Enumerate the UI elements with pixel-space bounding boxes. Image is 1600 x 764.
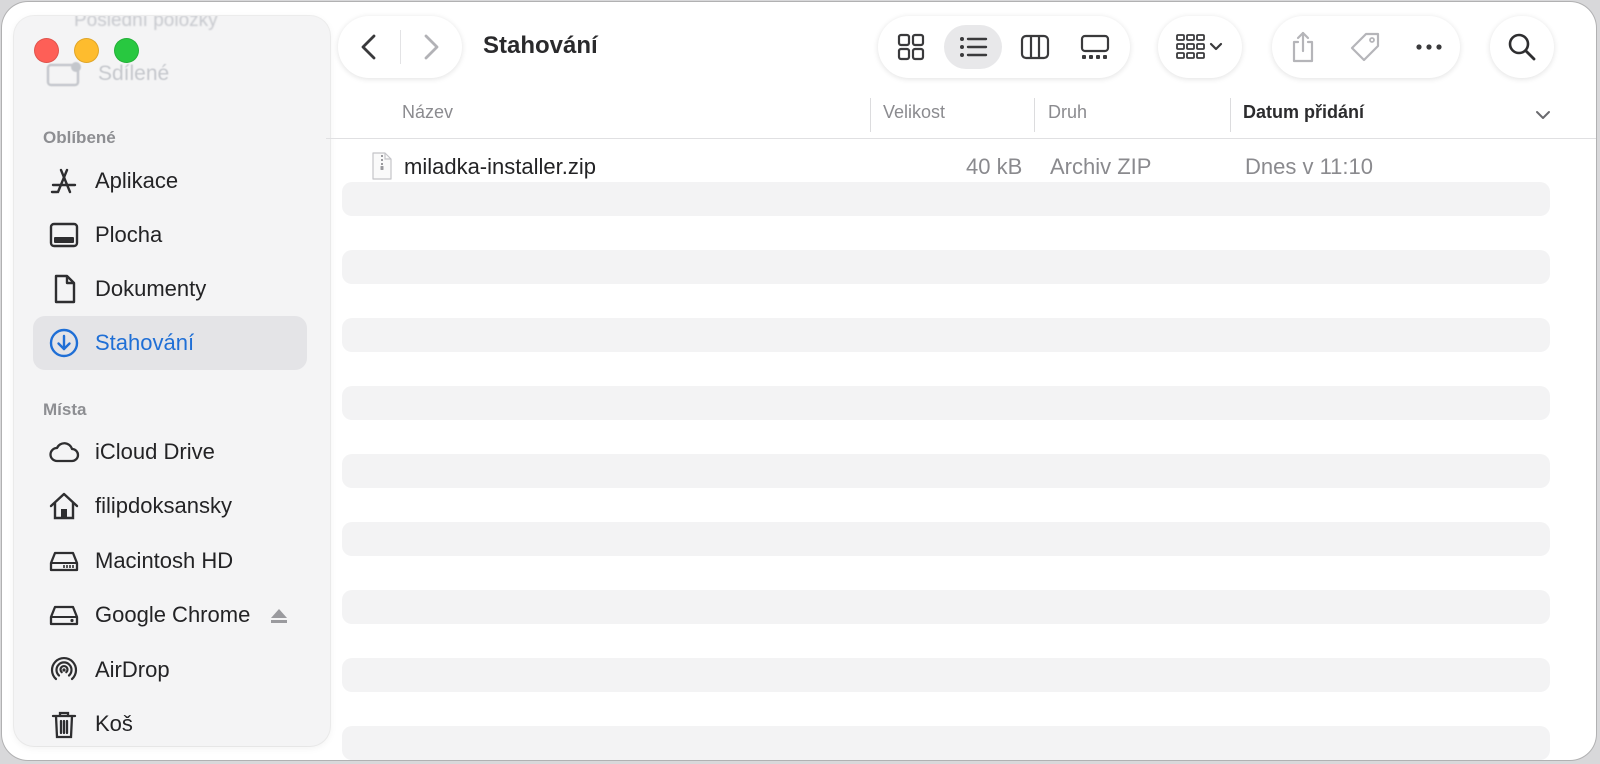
column-header-size[interactable]: Velikost [883,102,945,128]
chevron-right-icon [424,34,439,60]
view-mode-switcher [878,16,1130,78]
forward-button[interactable] [414,31,446,63]
back-button[interactable] [354,31,386,63]
empty-row [342,454,1550,488]
section-title-locations: Místa [43,400,87,419]
actions-group [1272,16,1460,78]
group-grid-icon [1176,34,1223,59]
more-button[interactable] [1412,30,1446,64]
tag-icon [1350,32,1380,62]
eject-icon[interactable] [269,606,289,626]
empty-row [342,522,1550,556]
sidebar: Poslední položky Sdílené Oblíbené Aplika… [14,16,330,746]
minimize-button[interactable] [74,38,99,63]
sidebar-item-label: Google Chrome [95,602,251,627]
sidebar-item-label: Koš [95,711,133,736]
empty-row [342,726,1550,760]
search-button[interactable] [1490,16,1554,78]
sidebar-ghost-top-label: Poslední položky [74,16,218,31]
empty-row [342,658,1550,692]
sidebar-item-label: Sdílené [98,62,170,85]
zoom-button[interactable] [114,38,139,63]
sidebar-item-macintosh-hd[interactable]: Macintosh HD [33,534,307,588]
icon-view-button[interactable] [882,25,940,69]
column-header-kind[interactable]: Druh [1048,102,1087,128]
navigation-buttons [338,16,462,78]
file-name[interactable]: miladka-installer.zip [404,154,596,180]
column-view-icon [1020,34,1050,60]
airdrop-icon [47,653,81,687]
sidebar-item-label: Plocha [95,222,163,247]
search-icon [1508,33,1536,61]
empty-row [342,590,1550,624]
zip-file-icon [372,152,392,180]
tag-button[interactable] [1348,30,1382,64]
empty-row [342,182,1550,216]
disk-icon [47,544,81,578]
window-title: Stahování [483,32,598,59]
file-size: 40 kB [966,154,1023,179]
finder-window: Poslední položky Sdílené Oblíbené Aplika… [2,2,1596,760]
empty-row [342,250,1550,284]
sidebar-item-applications[interactable]: Aplikace [33,154,307,208]
divider [400,30,401,64]
sidebar-item-downloads[interactable]: Stahování [33,316,307,370]
file-kind: Archiv ZIP [1050,154,1152,179]
header-divider [326,138,1596,139]
sidebar-item-documents[interactable]: Dokumenty [33,262,307,316]
empty-row [342,386,1550,420]
shared-folder-icon [46,59,82,89]
home-icon [47,489,81,523]
trash-icon [47,707,81,741]
group-by-button[interactable] [1158,16,1242,78]
share-icon [1292,31,1314,63]
gallery-view-icon [1080,34,1110,59]
section-title-favorites: Oblíbené [43,128,116,147]
sidebar-item-label: filipdoksansky [95,493,232,518]
sidebar-item-home[interactable]: filipdoksansky [33,479,307,533]
more-icon [1416,44,1442,50]
sidebar-item-label: Dokumenty [95,276,207,301]
column-header-name[interactable]: Název [402,102,453,128]
column-divider[interactable] [870,98,871,132]
share-button[interactable] [1286,30,1320,64]
sidebar-item-label: AirDrop [95,657,170,682]
download-icon [47,326,81,360]
sidebar-item-google-chrome[interactable]: Google Chrome [33,588,307,642]
list-view-button[interactable] [944,25,1002,69]
column-view-button[interactable] [1006,25,1064,69]
sidebar-item-label: iCloud Drive [95,439,215,464]
chevron-left-icon [361,34,376,60]
close-button[interactable] [34,38,59,63]
list-view-icon [960,37,988,57]
column-header-date-added[interactable]: Datum přidání [1243,102,1364,128]
column-divider[interactable] [1034,98,1035,132]
sidebar-item-label: Macintosh HD [95,548,234,573]
cloud-icon [47,435,81,469]
sidebar-item-trash[interactable]: Koš [33,697,307,746]
applications-icon [47,164,81,198]
empty-row [342,318,1550,352]
file-date-added: Dnes v 11:10 [1245,154,1374,179]
gallery-view-button[interactable] [1066,25,1124,69]
sort-descending-icon[interactable] [1534,106,1552,124]
sidebar-item-airdrop[interactable]: AirDrop [33,643,307,697]
icon-view-icon [897,33,925,61]
sidebar-item-desktop[interactable]: Plocha [33,208,307,262]
column-divider[interactable] [1230,98,1231,132]
sidebar-item-label: Aplikace [95,168,179,193]
sidebar-item-label: Stahování [95,330,195,355]
document-icon [47,272,81,306]
sidebar-item-icloud-drive[interactable]: iCloud Drive [33,425,307,479]
desktop-icon [47,218,81,252]
window-controls [34,38,139,63]
disk-icon [47,598,81,632]
